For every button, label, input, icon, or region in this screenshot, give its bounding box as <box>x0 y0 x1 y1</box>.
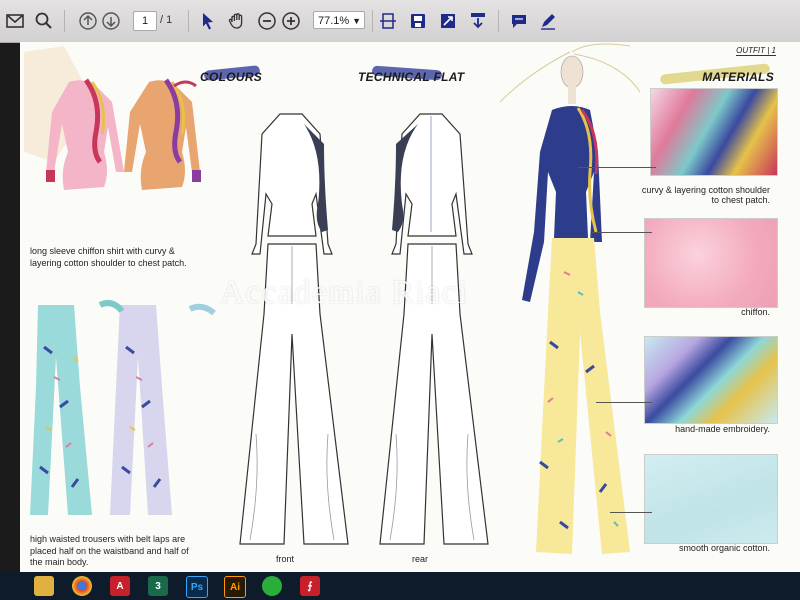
leader-line <box>578 167 656 168</box>
pdf-icon[interactable]: ⨍ <box>300 576 320 596</box>
rear-label: rear <box>412 554 429 564</box>
arrow-up-circle-icon[interactable] <box>77 10 99 32</box>
zoom-select[interactable]: 77.1% ▼ <box>313 11 365 29</box>
acrobat-icon[interactable]: A <box>110 576 130 596</box>
mail-icon[interactable] <box>4 10 26 32</box>
material-swatch-chiffon <box>644 218 778 308</box>
photoshop-icon[interactable]: Ps <box>186 576 208 598</box>
chevron-down-icon: ▼ <box>352 16 361 26</box>
cursor-icon[interactable] <box>197 10 219 32</box>
material-swatch-embroidery <box>644 336 778 424</box>
material-caption: chiffon. <box>741 307 770 317</box>
fashion-figure-illustration <box>499 43 641 554</box>
leader-line <box>610 512 652 513</box>
leader-line <box>596 402 652 403</box>
app-3-icon[interactable]: 3 <box>148 576 168 596</box>
zoom-out-icon[interactable] <box>256 10 278 32</box>
colour-trouser-sketches <box>30 300 216 515</box>
taskbar: A 3 Ps Ai ⨍ <box>0 572 800 600</box>
download-icon[interactable] <box>467 10 489 32</box>
zoom-in-icon[interactable] <box>280 10 302 32</box>
trousers-caption: high waisted trousers with belt laps are… <box>30 534 189 567</box>
fit-page-icon[interactable] <box>377 10 399 32</box>
fullscreen-icon[interactable] <box>437 10 459 32</box>
page-number-input[interactable]: 1 <box>133 11 157 31</box>
search-icon[interactable] <box>33 10 55 32</box>
material-swatch-cotton <box>644 454 778 544</box>
materials-heading: MATERIALS <box>702 70 774 84</box>
document-page: OUTFIT | 1 COLOURS long sleeve chiffon s… <box>20 42 800 572</box>
material-swatch-patch <box>650 88 778 176</box>
leader-line <box>592 232 652 233</box>
shirt-caption: long sleeve chiffon shirt with curvy & l… <box>30 246 187 268</box>
material-caption: hand-made embroidery. <box>675 424 770 434</box>
material-caption: curvy & layering cotton shoulder to ches… <box>641 185 770 205</box>
material-caption: smooth organic cotton. <box>678 543 770 553</box>
arrow-down-circle-icon[interactable] <box>100 10 122 32</box>
watermark: Accademia Riaci <box>220 274 469 311</box>
hand-icon[interactable] <box>226 10 248 32</box>
technical-flat-drawing <box>239 113 489 545</box>
chrome-icon[interactable] <box>72 576 92 596</box>
comment-icon[interactable] <box>508 10 530 32</box>
save-icon[interactable] <box>407 10 429 32</box>
pen-icon[interactable] <box>537 10 559 32</box>
wechat-icon[interactable] <box>262 576 282 596</box>
page-total: / 1 <box>160 14 173 26</box>
illustrator-icon[interactable]: Ai <box>224 576 246 598</box>
outfit-label: OUTFIT | 1 <box>736 46 776 56</box>
technical-flat-heading: TECHNICAL FLAT <box>358 70 465 84</box>
zoom-value: 77.1% <box>318 15 350 27</box>
front-label: front <box>276 554 295 564</box>
colour-shirt-sketches <box>24 46 201 190</box>
pdf-toolbar: 1 / 1 77.1% ▼ <box>0 0 800 43</box>
folder-icon[interactable] <box>34 576 54 596</box>
